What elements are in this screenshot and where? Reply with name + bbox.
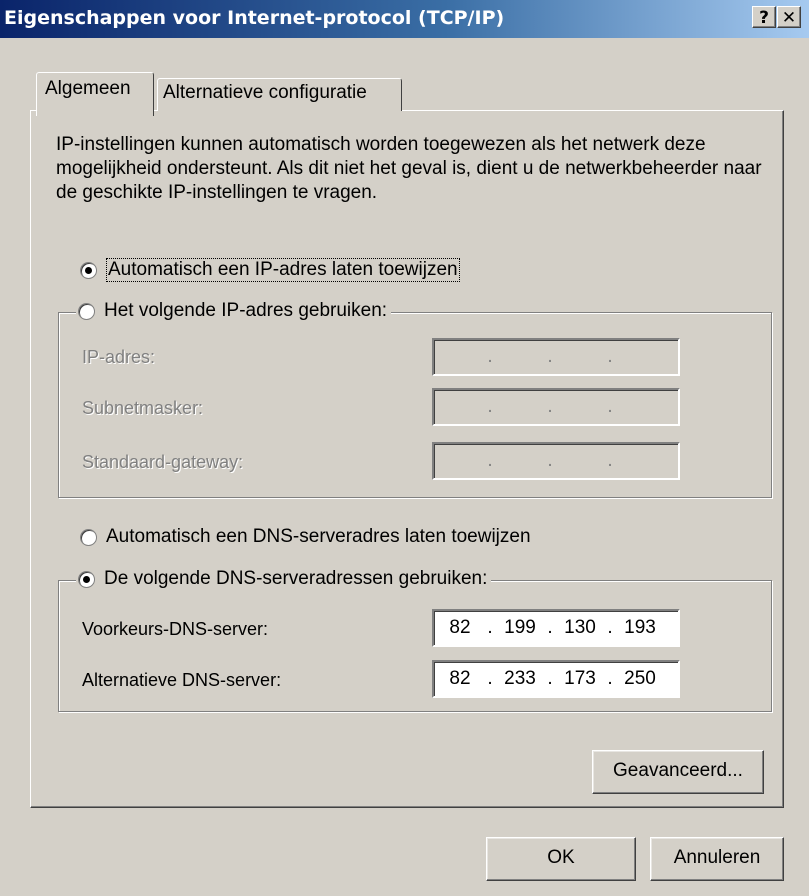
close-icon: ✕ [781, 8, 797, 28]
radio-manual-dns[interactable]: De volgende DNS-serveradressen gebruiken… [76, 568, 492, 590]
alternate-dns-field[interactable]: 82. 233. 173. 250 [432, 660, 680, 698]
octet[interactable]: 193 [614, 617, 666, 639]
radio-auto-ip-label: Automatisch een IP-adres laten toewijzen [106, 258, 460, 282]
default-gateway-field: . . . [432, 442, 680, 480]
preferred-dns-field[interactable]: 82. 199. 130. 193 [432, 609, 680, 647]
help-icon: ? [759, 8, 769, 28]
radio-manual-ip-label: Het volgende IP-adres gebruiken: [104, 300, 388, 321]
tab-label: Algemeen [45, 78, 131, 99]
subnet-mask-label: Subnetmasker: [82, 398, 204, 418]
ok-button-label: OK [547, 847, 575, 868]
octet[interactable]: 82 [434, 617, 486, 639]
subnet-mask-field: . . . [432, 388, 680, 426]
octet[interactable]: 233 [494, 668, 546, 690]
default-gateway-label: Standaard-gateway: [82, 452, 244, 472]
tab-algemeen[interactable]: Algemeen [36, 72, 154, 116]
cancel-button[interactable]: Annuleren [650, 837, 784, 881]
radio-auto-ip-dot[interactable] [80, 261, 97, 279]
ip-address-field: . . . [432, 338, 680, 376]
radio-manual-ip[interactable]: Het volgende IP-adres gebruiken: [76, 300, 392, 322]
radio-auto-dns-label: Automatisch een DNS-serveradres laten to… [106, 526, 531, 547]
alternate-dns-label: Alternatieve DNS-server: [82, 670, 282, 690]
close-button[interactable]: ✕ [777, 6, 801, 28]
radio-auto-dns[interactable]: Automatisch een DNS-serveradres laten to… [80, 526, 531, 548]
radio-manual-dns-dot[interactable] [78, 570, 95, 588]
window-title: Eigenschappen voor Internet-protocol (TC… [4, 7, 505, 29]
ip-address-label: IP-adres: [82, 347, 156, 367]
radio-auto-ip[interactable]: Automatisch een IP-adres laten toewijzen [80, 258, 460, 282]
octet[interactable]: 82 [434, 668, 486, 690]
octet[interactable]: 199 [494, 617, 546, 639]
preferred-dns-label: Voorkeurs-DNS-server: [82, 619, 269, 639]
advanced-button[interactable]: Geavanceerd... [592, 750, 764, 794]
tab-alternatieve-configuratie[interactable]: Alternatieve configuratie [157, 78, 402, 111]
radio-auto-dns-dot[interactable] [80, 528, 97, 546]
advanced-button-label: Geavanceerd... [613, 760, 743, 781]
cancel-button-label: Annuleren [673, 847, 761, 868]
title-bar[interactable]: Eigenschappen voor Internet-protocol (TC… [0, 0, 809, 38]
octet[interactable]: 130 [554, 617, 606, 639]
octet[interactable]: 173 [554, 668, 606, 690]
intro-text: IP-instellingen kunnen automatisch worde… [56, 134, 762, 203]
octet[interactable]: 250 [614, 668, 666, 690]
tab-label: Alternatieve configuratie [163, 82, 367, 103]
radio-manual-dns-label: De volgende DNS-serveradressen gebruiken… [104, 568, 488, 589]
radio-manual-ip-dot[interactable] [78, 302, 95, 320]
help-button[interactable]: ? [752, 6, 776, 28]
ok-button[interactable]: OK [486, 837, 636, 881]
